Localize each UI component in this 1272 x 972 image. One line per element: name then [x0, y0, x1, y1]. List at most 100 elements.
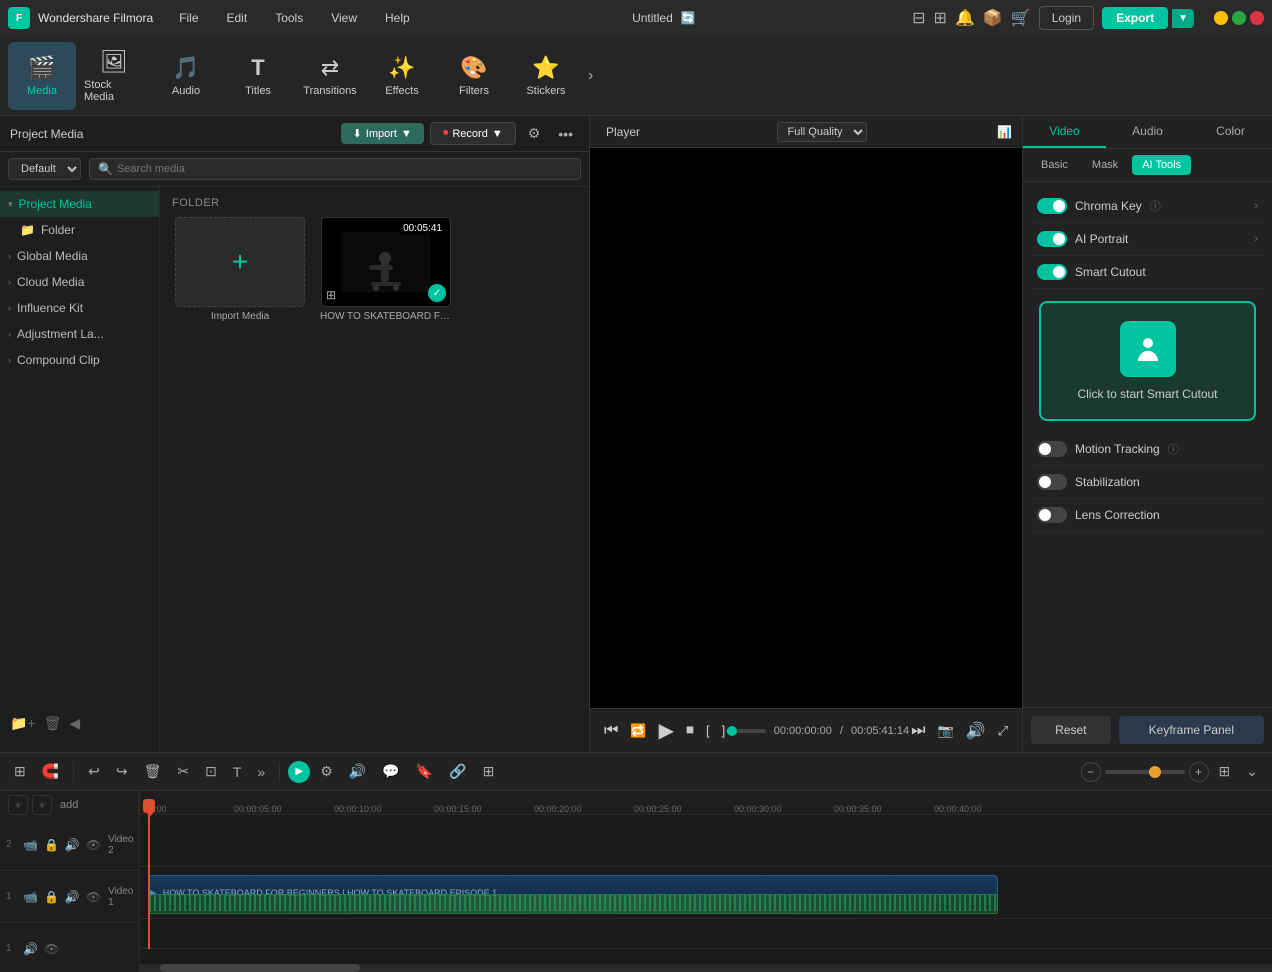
next-frame-button[interactable]: ⏭ [909, 720, 927, 742]
zoom-in-button[interactable]: + [1189, 762, 1209, 782]
track-a1-mute-icon[interactable]: 🔊 [22, 941, 39, 957]
toolbar-titles[interactable]: T Titles [224, 42, 292, 110]
chroma-key-toggle[interactable] [1037, 198, 1067, 214]
undo-button[interactable]: ↩ [82, 759, 106, 784]
track-v1-lock-icon[interactable]: 🔒 [43, 889, 60, 905]
icon-btn-4[interactable]: 📦 [983, 8, 1003, 28]
track-v1-camera-icon[interactable]: 📹 [22, 889, 39, 905]
mark-in-button[interactable]: [ [704, 721, 712, 740]
sidebar-item-compound-clip[interactable]: › Compound Clip [0, 347, 159, 373]
chroma-key-expand[interactable]: › [1254, 200, 1258, 212]
add-video-track-button[interactable]: + [8, 795, 28, 815]
sub-tab-mask[interactable]: Mask [1082, 155, 1128, 175]
toolbar-media[interactable]: 🎬 Media [8, 42, 76, 110]
timeline-scrollbar[interactable] [140, 964, 1272, 972]
zoom-out-button[interactable]: − [1081, 762, 1101, 782]
export-button[interactable]: Export [1102, 7, 1168, 29]
tab-color[interactable]: Color [1189, 116, 1272, 148]
subtitle-button[interactable]: 💬 [376, 759, 405, 784]
toolbar-transitions[interactable]: ⇄ Transitions [296, 42, 364, 110]
toolbar-filters[interactable]: 🎨 Filters [440, 42, 508, 110]
motion-tracking-info[interactable]: ⓘ [1168, 441, 1179, 457]
more-options-button[interactable]: ••• [552, 124, 579, 144]
icon-btn-2[interactable]: ⊞ [934, 8, 947, 28]
text-button[interactable]: T [227, 760, 248, 784]
sidebar-item-cloud-media[interactable]: › Cloud Media [0, 269, 159, 295]
sidebar-item-project-media[interactable]: ▾ Project Media [0, 191, 159, 217]
menu-tools[interactable]: Tools [269, 7, 309, 29]
search-input[interactable] [117, 163, 572, 175]
delete-icon[interactable]: 🗑 [44, 715, 62, 732]
track-v2-mute-icon[interactable]: 🔊 [64, 837, 81, 853]
icon-btn-3[interactable]: 🔔 [955, 8, 975, 28]
volume-button[interactable]: 🔊 [964, 719, 988, 743]
redo-button[interactable]: ↪ [110, 759, 134, 784]
reset-button[interactable]: Reset [1031, 716, 1111, 744]
toolbar-stickers[interactable]: ⭐ Stickers [512, 42, 580, 110]
split-audio-button[interactable]: ⊞ [477, 759, 501, 784]
mark-out-button[interactable]: ] [720, 721, 728, 740]
chroma-key-info[interactable]: ⓘ [1150, 198, 1161, 214]
import-button[interactable]: ⬇ Import ▼ [341, 123, 424, 144]
filter-options-button[interactable]: ⚙ [522, 123, 547, 144]
speed-button[interactable]: ⚙ [314, 759, 339, 784]
playhead-icon[interactable]: ▶ [288, 761, 310, 783]
track-v2-eye-icon[interactable]: 👁 [85, 837, 102, 853]
snap-button[interactable]: 📷 [935, 721, 955, 741]
track-v2-lock-icon[interactable]: 🔒 [43, 837, 60, 853]
audio-button[interactable]: 🔊 [343, 759, 372, 784]
motion-tracking-toggle[interactable] [1037, 441, 1067, 457]
sidebar-item-influence-kit[interactable]: › Influence Kit [0, 295, 159, 321]
delete-button[interactable]: 🗑 [138, 759, 168, 784]
icon-btn-5[interactable]: 🛒 [1011, 8, 1031, 28]
ai-portrait-toggle[interactable] [1037, 231, 1067, 247]
play-button[interactable]: ▶ [657, 716, 676, 745]
track-v1-eye-icon[interactable]: 👁 [85, 889, 102, 905]
maximize-button[interactable] [1232, 11, 1246, 25]
record-button[interactable]: ⏺ Record ▼ [430, 122, 516, 145]
keyframe-button[interactable]: Keyframe Panel [1119, 716, 1264, 744]
timeline-tracks[interactable]: 00:00 00:00:05:00 00:00:10:00 00:00:15:0… [140, 791, 1272, 972]
smart-cutout-toggle[interactable] [1037, 264, 1067, 280]
expand-button[interactable]: ⌄ [1240, 759, 1264, 784]
stop-button[interactable]: ⏹ [684, 720, 696, 742]
stabilization-toggle[interactable] [1037, 474, 1067, 490]
tab-player[interactable]: Player [600, 123, 646, 141]
sidebar-item-folder[interactable]: 📁 Folder [0, 217, 159, 243]
track-v2-camera-icon[interactable]: 📹 [22, 837, 39, 853]
add-track-button[interactable]: ⊞ [8, 759, 32, 784]
import-dropdown-icon[interactable]: ▼ [401, 128, 412, 140]
sidebar-item-adjustment[interactable]: › Adjustment La... [0, 321, 159, 347]
player-icon-btn[interactable]: 📊 [997, 125, 1012, 139]
minimize-button[interactable] [1214, 11, 1228, 25]
search-input-wrap[interactable]: 🔍 [89, 158, 581, 180]
more-tools-button[interactable]: » [251, 760, 271, 784]
sort-select[interactable]: Default [8, 158, 81, 180]
add-audio-track-button[interactable]: + [32, 795, 52, 815]
toolbar-more[interactable]: › [584, 63, 597, 89]
zoom-slider[interactable] [1105, 770, 1185, 774]
progress-bar[interactable] [727, 729, 766, 733]
marker-button[interactable]: 🔖 [410, 759, 439, 784]
sync-icon[interactable]: 🔄 [681, 11, 696, 25]
sub-tab-basic[interactable]: Basic [1031, 155, 1078, 175]
import-media-card[interactable]: + [175, 217, 305, 307]
prev-frame-button[interactable]: ⏮ [602, 720, 620, 742]
smart-cutout-box[interactable]: Click to start Smart Cutout [1039, 301, 1256, 421]
lens-correction-toggle[interactable] [1037, 507, 1067, 523]
toolbar-audio[interactable]: 🎵 Audio [152, 42, 220, 110]
collapse-icon[interactable]: ◀ [69, 715, 80, 732]
close-button[interactable] [1250, 11, 1264, 25]
media-clip-card[interactable]: 00:05:41 ✓ ⊞ [321, 217, 451, 307]
loop-button[interactable]: 🔁 [628, 721, 648, 741]
sidebar-item-global-media[interactable]: › Global Media [0, 243, 159, 269]
icon-btn-1[interactable]: ⊟ [912, 8, 925, 28]
toolbar-stock-media[interactable]: 🖼 Stock Media [80, 42, 148, 110]
track-a1-eye-icon[interactable]: 👁 [43, 941, 60, 957]
export-dropdown-icon[interactable]: ▼ [1172, 9, 1194, 28]
magnet-button[interactable]: 🧲 [36, 759, 65, 784]
tab-video[interactable]: Video [1023, 116, 1106, 148]
fullscreen-button[interactable]: ⤢ [996, 721, 1010, 741]
split-button[interactable]: ✂ [171, 759, 195, 784]
login-button[interactable]: Login [1039, 6, 1094, 30]
